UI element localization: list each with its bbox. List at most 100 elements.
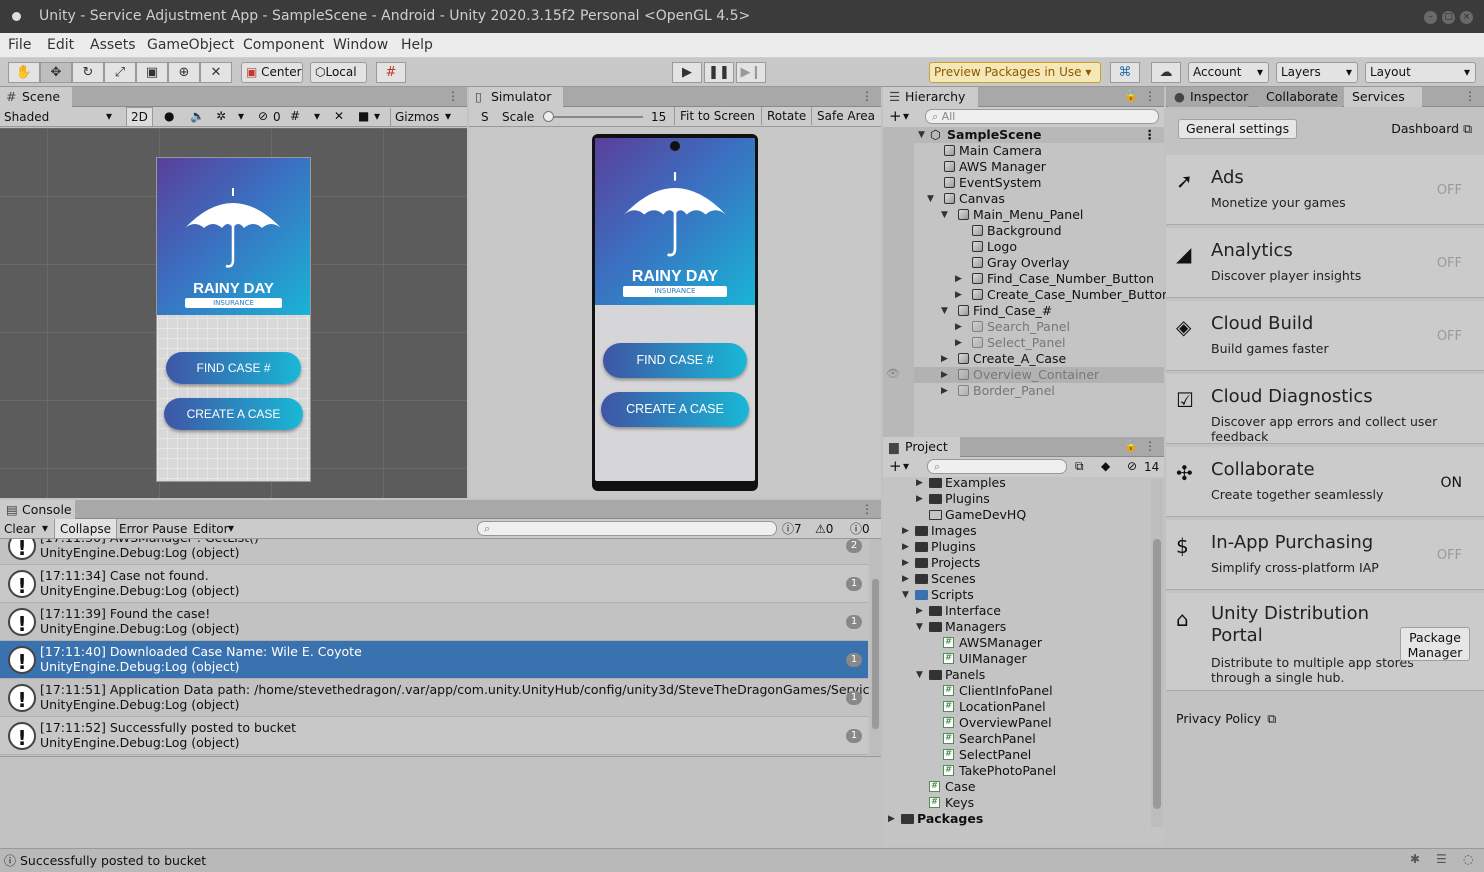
hierarchy-item[interactable]: ▼ Find_Case_# xyxy=(914,303,1164,319)
pause-button[interactable]: ❚❚ xyxy=(704,62,734,83)
camera-icon[interactable]: ■ xyxy=(358,107,369,125)
menu-assets[interactable]: Assets xyxy=(90,37,136,53)
expand-arrow-icon[interactable]: ▶ xyxy=(916,491,923,507)
step-button[interactable]: ▶❙ xyxy=(736,62,766,83)
hierarchy-search-input[interactable]: ⌕ All xyxy=(925,109,1159,124)
hierarchy-item[interactable]: ▼ Main_Menu_Panel xyxy=(914,207,1164,223)
tab-hierarchy[interactable]: ☰ Hierarchy xyxy=(883,87,978,107)
tools-icon[interactable]: ✕ xyxy=(334,107,344,125)
tab-console[interactable]: ▤ Console xyxy=(0,500,75,519)
kebab-menu-icon[interactable]: ⋮ xyxy=(861,502,873,516)
hierarchy-item[interactable]: ▼ Canvas xyxy=(914,191,1164,207)
project-item[interactable]: ▶ Images xyxy=(883,523,1151,539)
hierarchy-item[interactable]: ▶ Create_Case_Number_Button xyxy=(914,287,1170,303)
log-entry[interactable]: ! [17:11:40] Downloaded Case Name: Wile E… xyxy=(0,641,868,679)
lighting-icon[interactable]: ● xyxy=(164,107,174,125)
menu-gameobject[interactable]: GameObject xyxy=(147,37,234,53)
hierarchy-item[interactable]: ▶ Find_Case_Number_Button xyxy=(914,271,1164,287)
kebab-menu-icon[interactable]: ⋮ xyxy=(1464,89,1476,103)
rect-tool-icon[interactable]: ▣ xyxy=(136,62,168,83)
log-entry[interactable]: ! [17:11:39] Found the case! UnityEngine.D… xyxy=(0,603,868,641)
chevron-down-icon[interactable]: ▾ xyxy=(238,107,244,125)
gizmos-dropdown[interactable]: Gizmos xyxy=(390,108,439,126)
scrollbar-thumb[interactable] xyxy=(872,579,879,729)
expand-arrow-icon[interactable]: ▶ xyxy=(941,367,948,383)
device-dropdown[interactable]: S xyxy=(481,108,489,126)
service-card[interactable]: ☑ Cloud Diagnostics Discover app errors an… xyxy=(1166,374,1484,444)
log-entry[interactable]: ![17:11:30] AWSManager : GetList()UnityE… xyxy=(0,539,868,565)
lock-icon[interactable]: 🔒 xyxy=(1124,439,1138,452)
expand-arrow-icon[interactable]: ▶ xyxy=(955,287,962,303)
preview-packages-button[interactable]: Preview Packages in Use ▾ xyxy=(929,62,1101,83)
tab-inspector[interactable]: ● Inspector xyxy=(1168,87,1248,107)
hierarchy-item[interactable]: ▶ Search_Panel xyxy=(914,319,1164,335)
service-status[interactable]: OFF xyxy=(1437,256,1462,271)
minimize-icon[interactable]: – xyxy=(1424,11,1437,24)
chevron-down-icon[interactable]: ▾ xyxy=(445,107,451,125)
collapse-toggle[interactable]: Collapse xyxy=(54,519,117,538)
effects-icon[interactable]: ✲ xyxy=(216,107,226,125)
hierarchy-item[interactable]: ▶ Border_Panel xyxy=(914,383,1164,399)
hierarchy-item[interactable]: ▶ Select_Panel xyxy=(914,335,1164,351)
create-case-button[interactable]: CREATE A CASE xyxy=(164,398,303,430)
expand-arrow-icon[interactable]: ▶ xyxy=(902,523,909,539)
hierarchy-scene-row[interactable]: ▼ ⬡ SampleScene ⋮ xyxy=(914,127,1164,143)
hand-tool-icon[interactable]: ✋ xyxy=(8,62,40,83)
project-item[interactable]: # ClientInfoPanel xyxy=(883,683,1151,699)
hidden-objects-icon[interactable]: ⊘ xyxy=(258,107,268,125)
project-item[interactable]: ▶ Plugins xyxy=(883,539,1151,555)
kebab-menu-icon[interactable]: ⋮ xyxy=(1144,89,1156,103)
project-item[interactable]: # Case xyxy=(883,779,1151,795)
project-item[interactable]: # SelectPanel xyxy=(883,747,1151,763)
expand-arrow-icon[interactable]: ▼ xyxy=(902,587,909,603)
expand-arrow-icon[interactable]: ▶ xyxy=(916,475,923,491)
expand-arrow-icon[interactable]: ▼ xyxy=(941,207,948,223)
log-entry[interactable]: ! [17:11:52] Successfully posted to bucke… xyxy=(0,717,868,755)
chevron-down-icon[interactable]: ▾ xyxy=(42,519,48,537)
cloud-icon[interactable]: ☁ xyxy=(1151,62,1181,83)
scale-slider-track[interactable] xyxy=(543,111,643,122)
expand-arrow-icon[interactable]: ▼ xyxy=(916,619,923,635)
hidden-eye-icon[interactable]: 👁 xyxy=(886,367,900,380)
hierarchy-item[interactable]: Gray Overlay xyxy=(914,255,1164,271)
expand-arrow-icon[interactable]: ▶ xyxy=(902,539,909,555)
tab-project[interactable]: ▆ Project xyxy=(883,437,960,457)
move-tool-icon[interactable]: ✥ xyxy=(40,62,72,83)
project-item[interactable]: ▶ Packages xyxy=(883,811,1151,827)
audio-icon[interactable]: 🔈 xyxy=(190,107,205,125)
progress-icon[interactable]: ◌ xyxy=(1463,852,1473,866)
rotate-tool-icon[interactable]: ↻ xyxy=(72,62,104,83)
stack-icon[interactable]: ☰ xyxy=(1436,852,1447,866)
project-item[interactable]: ▼ Panels xyxy=(883,667,1151,683)
service-card[interactable]: ◈ Cloud Build Build games faster OFF xyxy=(1166,301,1484,371)
hierarchy-item[interactable]: AWS Manager xyxy=(914,159,1164,175)
project-item[interactable]: ▶ Projects xyxy=(883,555,1151,571)
grid-icon[interactable]: # xyxy=(290,107,300,125)
expand-arrow-icon[interactable]: ▶ xyxy=(902,571,909,587)
rotate-button[interactable]: Rotate xyxy=(761,107,811,125)
hierarchy-item[interactable]: Main Camera xyxy=(914,143,1164,159)
log-filter-toggle[interactable]: ⓘ7 xyxy=(782,520,802,538)
find-case-button[interactable]: FIND CASE # xyxy=(166,352,301,384)
menu-edit[interactable]: Edit xyxy=(47,37,74,53)
expand-arrow-icon[interactable]: ▼ xyxy=(916,667,923,683)
chevron-down-icon[interactable]: ▾ xyxy=(903,107,909,125)
pivot-toggle-button[interactable]: ▣ Center xyxy=(241,62,303,83)
maximize-icon[interactable]: □ xyxy=(1442,11,1455,24)
menu-component[interactable]: Component xyxy=(243,37,324,53)
space-toggle-button[interactable]: ⬡Local xyxy=(310,62,367,83)
transform-tool-icon[interactable]: ⊕ xyxy=(168,62,200,83)
log-entry[interactable]: ! [17:11:51] Application Data path: /home… xyxy=(0,679,870,717)
lock-icon[interactable]: 🔒 xyxy=(1124,89,1138,102)
chevron-down-icon[interactable]: ▾ xyxy=(903,457,909,475)
expand-arrow-icon[interactable]: ▼ xyxy=(927,191,934,207)
kebab-menu-icon[interactable]: ⋮ xyxy=(1144,439,1156,453)
fit-to-screen-button[interactable]: Fit to Screen xyxy=(674,107,760,125)
expand-arrow-icon[interactable]: ▶ xyxy=(941,383,948,399)
status-message[interactable]: Successfully posted to bucket xyxy=(20,853,206,868)
grid-snap-icon[interactable]: # xyxy=(376,62,406,83)
service-card[interactable]: ⌂ Unity Distribution Portal Distribute to m… xyxy=(1166,593,1484,691)
menu-help[interactable]: Help xyxy=(401,37,433,53)
expand-arrow-icon[interactable]: ▶ xyxy=(955,271,962,287)
expand-arrow-icon[interactable]: ▶ xyxy=(916,603,923,619)
